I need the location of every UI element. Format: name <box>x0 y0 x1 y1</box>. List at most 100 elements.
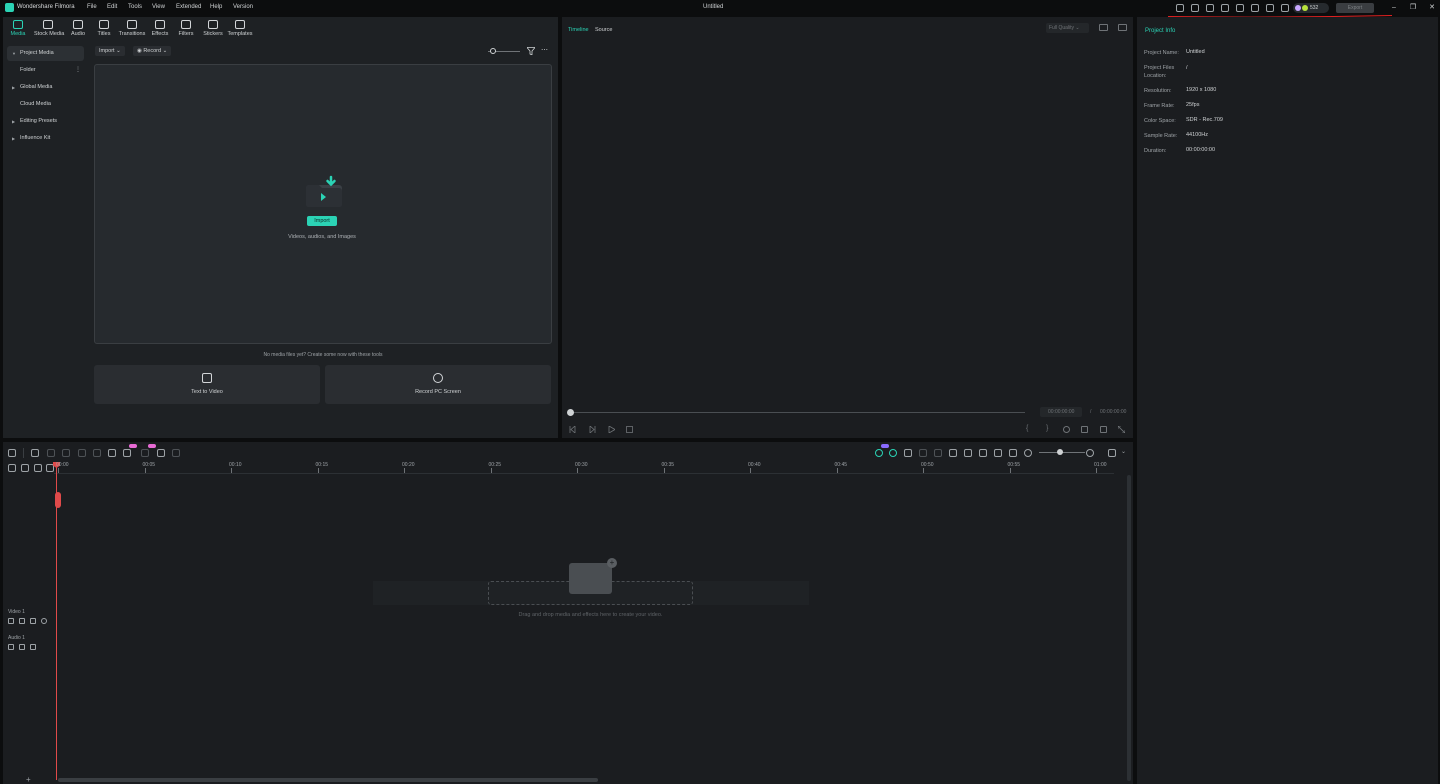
delete-icon[interactable] <box>78 449 86 457</box>
tab-timeline[interactable]: Timeline <box>568 27 589 33</box>
record-dropdown[interactable]: ◉ Record ⌄ <box>133 46 172 56</box>
menu-tools[interactable]: Tools <box>128 4 142 10</box>
microphone-icon[interactable] <box>964 449 972 457</box>
snapshot-tl-icon[interactable] <box>919 449 927 457</box>
zoom-in-icon[interactable] <box>1086 449 1094 457</box>
menu-help[interactable]: Help <box>210 4 222 10</box>
tab-effects[interactable]: Effects <box>146 20 174 37</box>
stop-icon[interactable] <box>626 426 633 433</box>
snapshot-preview-icon[interactable] <box>1081 426 1088 433</box>
volume-preview-icon[interactable] <box>1100 426 1107 433</box>
playhead-line[interactable] <box>56 464 57 780</box>
split-icon[interactable] <box>93 449 101 457</box>
chevron-down-icon[interactable]: ⌄ <box>1121 448 1126 455</box>
tab-media[interactable]: Media <box>4 20 32 37</box>
menu-version[interactable]: Version <box>233 4 253 10</box>
tab-filters[interactable]: Filters <box>172 20 200 37</box>
shield-icon[interactable] <box>949 449 957 457</box>
gift-icon[interactable] <box>1176 4 1184 12</box>
prev-frame-icon[interactable] <box>569 426 576 433</box>
redo-icon[interactable] <box>62 449 70 457</box>
close-icon[interactable]: ✕ <box>1427 3 1437 13</box>
tab-stock-media[interactable]: Stock Media <box>34 20 64 37</box>
menu-extended[interactable]: Extended <box>176 4 201 10</box>
sidebar-item-editing-presets[interactable]: ▶ Editing Presets <box>7 114 84 129</box>
tab-transitions[interactable]: Transitions <box>118 20 146 37</box>
hide-icon[interactable] <box>30 644 36 650</box>
apps-icon[interactable] <box>1281 4 1289 12</box>
cloud-icon[interactable] <box>1251 4 1259 12</box>
select-tool-icon[interactable] <box>31 449 39 457</box>
sidebar-item-global-media[interactable]: ▶ Global Media <box>7 80 84 95</box>
export-button[interactable]: Export <box>1336 3 1374 13</box>
next-frame-icon[interactable] <box>589 426 596 433</box>
horizontal-scrollbar[interactable] <box>58 778 598 782</box>
scrubber-knob[interactable] <box>567 409 574 416</box>
text-to-video-button[interactable]: Text to Video <box>94 365 320 404</box>
snapshot-icon[interactable] <box>1118 24 1127 31</box>
preview-scrubber[interactable] <box>570 412 1025 413</box>
tab-templates[interactable]: Templates <box>226 20 254 37</box>
pip-icon[interactable] <box>994 449 1002 457</box>
auto-edit-icon[interactable] <box>904 449 912 457</box>
compare-view-icon[interactable] <box>1099 24 1108 31</box>
quality-dropdown[interactable]: Full Quality ⌄ <box>1046 23 1089 33</box>
more-icon[interactable]: ⋮ <box>75 63 81 78</box>
link-track-icon[interactable] <box>21 464 29 472</box>
ai-tool-icon[interactable] <box>123 449 131 457</box>
lock-icon[interactable] <box>8 644 14 650</box>
mark-out-icon[interactable]: } <box>1046 425 1048 432</box>
fullscreen-icon[interactable] <box>1117 425 1126 434</box>
vertical-scrollbar[interactable] <box>1127 475 1131 781</box>
add-track-plus-icon[interactable]: + <box>26 775 31 784</box>
timeline-settings-icon[interactable] <box>1108 449 1116 457</box>
filter-icon[interactable] <box>526 47 536 56</box>
tab-titles[interactable]: Titles <box>90 20 118 37</box>
import-button[interactable]: Import <box>307 216 337 226</box>
mark-in-icon[interactable]: { <box>1026 425 1028 432</box>
smart-tool-icon[interactable] <box>157 449 165 457</box>
ai-copilot-icon[interactable] <box>875 449 883 457</box>
import-dropdown[interactable]: Import ⌄ <box>95 46 125 56</box>
restore-icon[interactable]: ❐ <box>1408 3 1418 13</box>
tab-stickers[interactable]: Stickers <box>199 20 227 37</box>
media-drop-area[interactable]: Import Videos, audios, and Images <box>94 64 552 344</box>
zoom-knob[interactable] <box>1057 449 1063 455</box>
tab-audio[interactable]: Audio <box>64 20 92 37</box>
playhead-handle[interactable] <box>55 492 61 508</box>
eye-icon[interactable] <box>41 618 47 624</box>
search-project-icon[interactable] <box>1206 4 1214 12</box>
save-icon[interactable] <box>1236 4 1244 12</box>
record-pc-screen-button[interactable]: Record PC Screen <box>325 365 551 404</box>
credits-badge[interactable]: 532 <box>1293 3 1329 13</box>
hide-icon[interactable] <box>30 618 36 624</box>
play-icon[interactable] <box>608 426 615 433</box>
menu-file[interactable]: File <box>87 4 97 10</box>
link-icon[interactable] <box>1009 449 1017 457</box>
speaker-icon[interactable] <box>19 618 25 624</box>
layout-grid-icon[interactable] <box>8 449 16 457</box>
menu-view[interactable]: View <box>152 4 165 10</box>
magnet-icon[interactable] <box>46 464 54 472</box>
lock-icon[interactable] <box>8 618 14 624</box>
minimize-icon[interactable]: – <box>1389 3 1399 13</box>
sidebar-item-folder[interactable]: Folder ⋮ <box>7 63 84 78</box>
headset-icon[interactable] <box>1266 4 1274 12</box>
sidebar-item-influence-kit[interactable]: ▶ Influence Kit <box>7 131 84 146</box>
more-tools-icon[interactable] <box>172 449 180 457</box>
track-view-icon[interactable] <box>34 464 42 472</box>
tab-source[interactable]: Source <box>595 27 612 33</box>
undo-icon[interactable] <box>47 449 55 457</box>
layout-icon[interactable] <box>1221 4 1229 12</box>
send-icon[interactable] <box>1191 4 1199 12</box>
add-track-icon[interactable] <box>8 464 16 472</box>
slider-knob[interactable] <box>490 48 496 54</box>
more-options-icon[interactable]: ⋯ <box>541 46 548 54</box>
text-tool-icon[interactable] <box>108 449 116 457</box>
zoom-out-icon[interactable] <box>1024 449 1032 457</box>
render-icon[interactable] <box>889 449 897 457</box>
speed-icon[interactable] <box>934 449 942 457</box>
sidebar-item-project-media[interactable]: ▼ Project Media <box>7 46 84 61</box>
mixer-icon[interactable] <box>979 449 987 457</box>
speaker-icon[interactable] <box>19 644 25 650</box>
